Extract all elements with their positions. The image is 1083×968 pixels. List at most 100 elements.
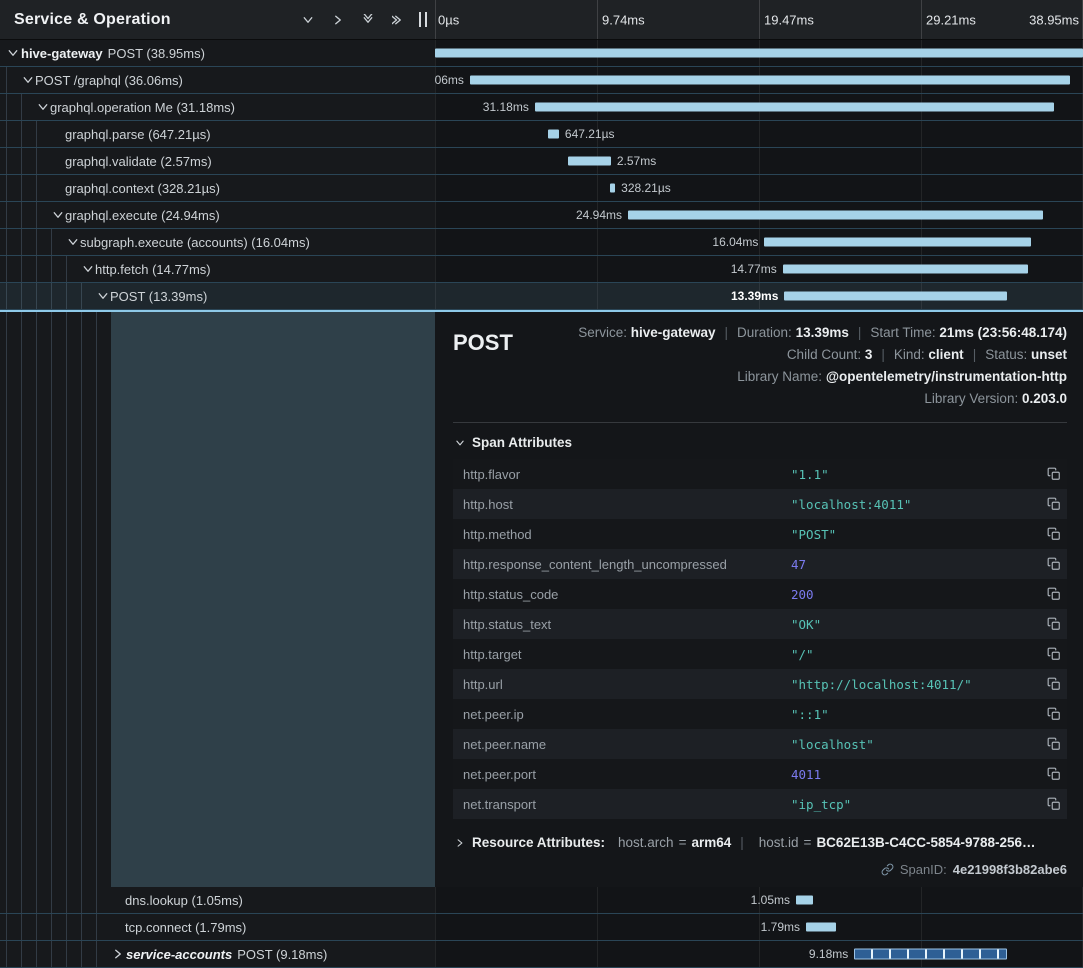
indent-guide	[21, 941, 36, 967]
span-row[interactable]: subgraph.execute (accounts) (16.04ms)16.…	[0, 229, 1083, 256]
expander-down-icon[interactable]	[66, 229, 80, 255]
divider	[453, 422, 1067, 423]
span-bar[interactable]	[628, 211, 1043, 220]
indent-guide	[66, 887, 81, 913]
copy-icon[interactable]	[1043, 643, 1065, 665]
span-row[interactable]: dns.lookup (1.05ms)1.05ms	[0, 887, 1083, 914]
attribute-row: http.status_code200	[453, 579, 1067, 609]
span-bar[interactable]	[548, 130, 559, 139]
indent-guide	[51, 887, 66, 913]
indent-guide	[66, 914, 81, 940]
span-bar[interactable]	[470, 76, 1070, 85]
indent-guide	[36, 312, 51, 887]
attribute-value: "1.1"	[791, 467, 1035, 482]
indent-guide	[21, 256, 36, 282]
indent-guide	[36, 941, 51, 967]
span-row[interactable]: graphql.context (328.21µs)328.21µs	[0, 175, 1083, 202]
indent-guide	[6, 67, 21, 93]
duration-label: 2.57ms	[617, 154, 656, 168]
span-bar[interactable]	[535, 103, 1054, 112]
span-row[interactable]: graphql.operation Me (31.18ms)31.18ms	[0, 94, 1083, 121]
span-row[interactable]: graphql.parse (647.21µs)647.21µs	[0, 121, 1083, 148]
span-bar[interactable]	[435, 49, 1083, 58]
indent-guide	[51, 229, 66, 255]
double-chevron-right-icon[interactable]	[387, 9, 409, 31]
span-row[interactable]: POST /graphql (36.06ms)36.06ms	[0, 67, 1083, 94]
operation-name: graphql.validate (2.57ms)	[65, 154, 212, 169]
resource-attributes-title: Resource Attributes:	[472, 835, 605, 850]
span-attributes-toggle[interactable]: Span Attributes	[455, 435, 1067, 450]
indent-guide	[6, 94, 21, 120]
indent-guide	[36, 256, 51, 282]
column-resizer[interactable]	[419, 12, 427, 27]
span-bar[interactable]	[764, 238, 1031, 247]
span-row[interactable]: http.fetch (14.77ms)14.77ms	[0, 256, 1083, 283]
span-rows: hive-gatewayPOST (38.95ms)POST /graphql …	[0, 40, 1083, 968]
chevron-right-icon[interactable]	[327, 9, 349, 31]
double-chevron-down-icon[interactable]	[357, 9, 379, 31]
span-attributes-table: http.flavor"1.1"http.host"localhost:4011…	[453, 459, 1067, 819]
expander-down-icon[interactable]	[96, 283, 110, 309]
attribute-key: net.peer.port	[463, 767, 791, 782]
copy-icon[interactable]	[1043, 553, 1065, 575]
span-timeline-cell: 9.18ms	[435, 941, 1083, 968]
span-timeline-cell: 31.18ms	[435, 94, 1083, 121]
link-icon[interactable]	[881, 863, 894, 876]
indent-guide	[6, 256, 21, 282]
span-tree-cell: POST (13.39ms)	[0, 283, 435, 310]
span-bar[interactable]	[796, 896, 813, 905]
meta-line: Child Count: 3|Kind: client|Status: unse…	[787, 344, 1067, 366]
indent-guide	[81, 283, 96, 309]
indent-guide	[36, 121, 51, 147]
resource-key: host.id	[759, 835, 799, 850]
expander-right-icon[interactable]	[111, 941, 125, 967]
indent-guide	[21, 229, 36, 255]
copy-icon[interactable]	[1043, 703, 1065, 725]
operation-name: graphql.parse (647.21µs)	[65, 127, 211, 142]
span-row[interactable]: service-accountsPOST (9.18ms)9.18ms	[0, 941, 1083, 968]
span-row[interactable]: tcp.connect (1.79ms)1.79ms	[0, 914, 1083, 941]
meta-key: Kind:	[894, 347, 929, 362]
chevron-down-icon[interactable]	[297, 9, 319, 31]
attribute-key: net.peer.name	[463, 737, 791, 752]
expander-down-icon[interactable]	[36, 94, 50, 120]
expander-down-icon[interactable]	[51, 202, 65, 228]
indent-guide	[81, 941, 96, 967]
trace-viewer: Service & Operation 0µs9.74ms19.47ms29.2…	[0, 0, 1083, 968]
span-bar[interactable]	[854, 949, 1007, 960]
copy-icon[interactable]	[1043, 523, 1065, 545]
copy-icon[interactable]	[1043, 733, 1065, 755]
span-bar[interactable]	[610, 184, 615, 193]
meta-value: 13.39ms	[796, 325, 849, 340]
copy-icon[interactable]	[1043, 583, 1065, 605]
expander-down-icon[interactable]	[6, 40, 20, 66]
meta-line: Library Version: 0.203.0	[924, 388, 1067, 410]
copy-icon[interactable]	[1043, 763, 1065, 785]
copy-icon[interactable]	[1043, 493, 1065, 515]
span-bar[interactable]	[568, 157, 611, 166]
copy-icon[interactable]	[1043, 673, 1065, 695]
span-row[interactable]: graphql.validate (2.57ms) 2.57ms	[0, 148, 1083, 175]
expander-spacer	[51, 175, 65, 201]
span-row[interactable]: graphql.execute (24.94ms)24.94ms	[0, 202, 1083, 229]
copy-icon[interactable]	[1043, 793, 1065, 815]
span-timeline-cell: 36.06ms	[435, 67, 1083, 94]
resource-attributes-toggle[interactable]: Resource Attributes: host.arch=arm64|hos…	[455, 835, 1067, 850]
span-tree-cell: dns.lookup (1.05ms)	[0, 887, 435, 914]
resource-equals: =	[804, 835, 812, 850]
copy-icon[interactable]	[1043, 613, 1065, 635]
indent-guide	[36, 914, 51, 940]
span-bar[interactable]	[806, 923, 836, 932]
expander-down-icon[interactable]	[81, 256, 95, 282]
meta-separator: |	[881, 347, 885, 362]
indent-guide	[6, 175, 21, 201]
span-bar[interactable]	[783, 265, 1029, 274]
expander-down-icon[interactable]	[21, 67, 35, 93]
panel-title: Service & Operation	[14, 11, 171, 29]
span-row[interactable]: hive-gatewayPOST (38.95ms)	[0, 40, 1083, 67]
copy-icon[interactable]	[1043, 463, 1065, 485]
attribute-value: "POST"	[791, 527, 1035, 542]
detail-left-gutter	[0, 312, 435, 887]
span-bar[interactable]	[784, 292, 1007, 301]
span-row[interactable]: POST (13.39ms)13.39ms	[0, 283, 1083, 310]
